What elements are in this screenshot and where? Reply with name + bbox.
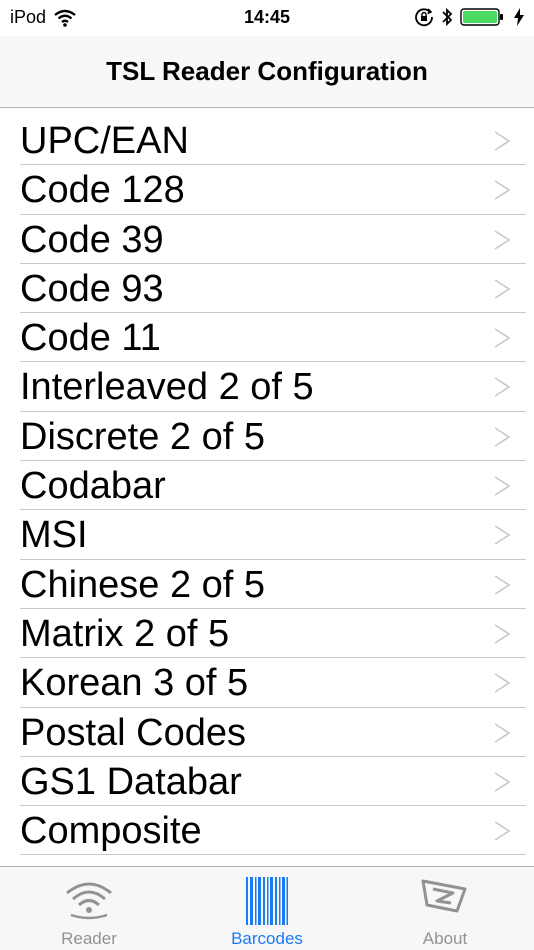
- list-item-code-93[interactable]: Code 93: [0, 264, 534, 314]
- chevron-right-icon: [494, 328, 511, 348]
- list-item-code-128[interactable]: Code 128: [0, 165, 534, 215]
- list-item-label: Composite: [20, 810, 202, 853]
- list-item-interleaved-2-of-5[interactable]: Interleaved 2 of 5: [0, 362, 534, 412]
- chevron-right-icon: [494, 229, 511, 250]
- chevron-right-icon: [494, 131, 511, 151]
- page-title: TSL Reader Configuration: [106, 56, 428, 86]
- list-item-label: Matrix 2 of 5: [20, 612, 230, 655]
- list-item-label: Postal Codes: [20, 711, 247, 754]
- list-item-matrix-2-of-5[interactable]: Matrix 2 of 5: [0, 609, 534, 659]
- list-item-codabar[interactable]: Codabar: [0, 461, 534, 511]
- chevron-right-icon: [494, 377, 511, 398]
- status-bar: iPod 14:45: [0, 0, 534, 36]
- chevron-right-icon: [494, 821, 511, 841]
- tab-barcodes[interactable]: Barcodes: [178, 867, 356, 950]
- list-item-gs1-databar[interactable]: GS1 Databar: [0, 757, 534, 807]
- list-item-composite[interactable]: Composite: [0, 806, 534, 856]
- list-item-upc-ean[interactable]: UPC/EAN: [0, 116, 534, 166]
- reader-wireless-icon: [66, 882, 112, 920]
- list-item-label: Codabar: [20, 465, 166, 508]
- list-item-label: Code 93: [20, 267, 164, 310]
- status-right: [414, 7, 524, 27]
- list-item-code-11[interactable]: Code 11: [0, 313, 534, 363]
- tsl-logo-icon: [421, 879, 467, 913]
- list-item-label: MSI: [20, 514, 88, 557]
- chevron-right-icon: [494, 427, 511, 447]
- list-item-label: Korean 3 of 5: [20, 662, 249, 705]
- list-item-code-39[interactable]: Code 39: [0, 215, 534, 264]
- tab-label: About: [422, 929, 468, 948]
- list-item-label: Discrete 2 of 5: [20, 415, 265, 458]
- rotation-lock-icon: [415, 8, 433, 27]
- list-item-label: GS1 Databar: [20, 760, 242, 803]
- list-item-label: Chinese 2 of 5: [20, 563, 266, 606]
- list-item-label: Code 128: [20, 169, 185, 212]
- list-item-label: Code 39: [20, 218, 164, 261]
- chevron-right-icon: [494, 525, 511, 546]
- chevron-right-icon: [494, 673, 511, 693]
- list-item-korean-3-of-5[interactable]: Korean 3 of 5: [0, 658, 534, 708]
- tab-label: Reader: [61, 929, 117, 948]
- tab-about[interactable]: About: [356, 867, 534, 950]
- barcode-type-list: UPC/EAN Code 128 Code 39 Code 93 Code 11…: [0, 116, 534, 856]
- chevron-right-icon: [494, 624, 511, 644]
- battery-icon: [460, 7, 508, 27]
- list-item-label: Interleaved 2 of 5: [20, 366, 314, 409]
- list-item-postal-codes[interactable]: Postal Codes: [0, 708, 534, 757]
- bluetooth-icon: [442, 7, 453, 27]
- list-item-label: UPC/EAN: [20, 120, 189, 162]
- row-separator: [20, 854, 526, 856]
- chevron-right-icon: [494, 476, 511, 496]
- tab-bar: Reader Barcodes About: [0, 866, 534, 950]
- chevron-right-icon: [494, 279, 511, 299]
- list-item-label: Code 11: [20, 317, 161, 360]
- navigation-bar: TSL Reader Configuration: [0, 36, 534, 108]
- chevron-right-icon: [494, 180, 511, 200]
- charging-bolt-icon: [514, 8, 524, 26]
- tab-label: Barcodes: [231, 929, 303, 948]
- list-item-discrete-2-of-5[interactable]: Discrete 2 of 5: [0, 412, 534, 462]
- chevron-right-icon: [494, 772, 511, 792]
- list-item-msi[interactable]: MSI: [0, 510, 534, 560]
- chevron-right-icon: [494, 574, 511, 595]
- chevron-right-icon: [494, 722, 511, 743]
- tab-reader[interactable]: Reader: [0, 867, 178, 950]
- list-item-chinese-2-of-5[interactable]: Chinese 2 of 5: [0, 560, 534, 609]
- barcode-icon: [246, 877, 288, 925]
